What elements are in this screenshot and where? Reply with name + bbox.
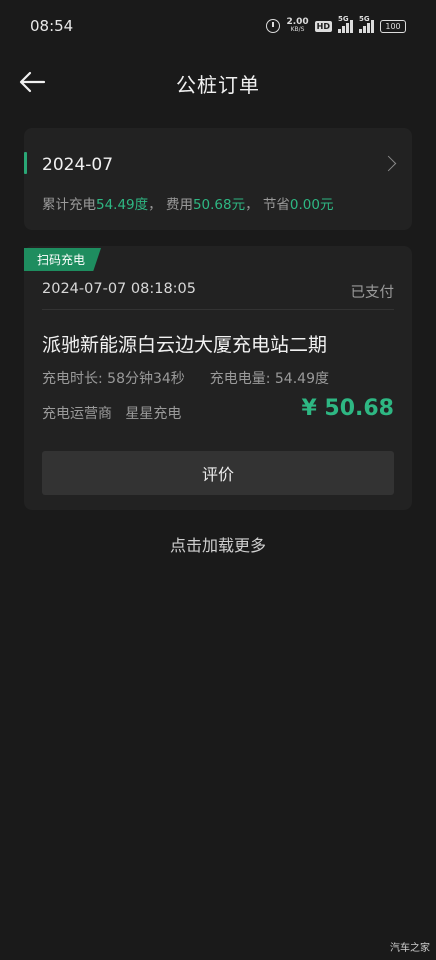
month-title: 2024-07	[42, 155, 114, 175]
operator-info: 充电运营商 星星充电	[42, 403, 181, 423]
summary-saved-label: ， 节省	[245, 197, 290, 213]
month-summary-card[interactable]: 2024-07 累计充电54.49度， 费用50.68元， 节省0.00元	[24, 128, 412, 230]
status-time: 08:54	[30, 17, 74, 35]
summary-cost: 50.68元	[192, 197, 246, 213]
load-more-button[interactable]: 点击加载更多	[0, 532, 436, 556]
energy-label: 充电电量:	[209, 371, 271, 387]
energy-value: 54.49度	[274, 371, 329, 387]
summary-total-kwh: 54.49度	[96, 197, 149, 213]
signal-bar	[342, 26, 345, 33]
divider	[42, 309, 394, 310]
alarm-icon	[266, 19, 281, 33]
signal-icon: 5G	[359, 15, 374, 33]
signal-bar	[359, 29, 362, 33]
hd-icon: HD	[314, 20, 332, 32]
charge-info: 充电时长: 58分钟34秒 充电电量: 54.49度	[42, 368, 329, 388]
signal-bar	[371, 20, 374, 33]
watermark: 汽车之家	[390, 943, 430, 954]
signal-5g-label: 5G	[359, 15, 370, 23]
duration-label: 充电时长:	[42, 371, 103, 387]
scan-charge-badge: 扫码充电	[24, 248, 101, 271]
signal-bar	[346, 23, 349, 33]
month-summary: 累计充电54.49度， 费用50.68元， 节省0.00元	[42, 193, 333, 213]
chevron-right-icon[interactable]	[380, 155, 397, 172]
signal-bar	[338, 29, 341, 33]
station-name: 派驰新能源白云边大厦充电站二期	[42, 334, 328, 356]
summary-prefix: 累计充电	[42, 197, 96, 213]
header: 公桩订单	[0, 58, 436, 108]
review-button[interactable]: 评价	[42, 451, 394, 495]
status-bar: 08:54 2.00 KB/S HD 5G 5G 100	[0, 0, 436, 52]
order-price: ¥ 50.68	[301, 396, 394, 421]
summary-cost-label: ， 费用	[148, 197, 193, 213]
month-accent-bar	[24, 152, 27, 174]
signal-bar	[350, 20, 353, 33]
signal-bar	[367, 23, 370, 33]
order-card[interactable]: 扫码充电 2024-07-07 08:18:05 已支付 派驰新能源白云边大厦充…	[24, 246, 412, 510]
operator-name: 星星充电	[125, 406, 182, 422]
page-title: 公桩订单	[176, 72, 260, 97]
back-button[interactable]	[18, 70, 46, 94]
duration-value: 58分钟34秒	[107, 371, 185, 387]
order-status: 已支付	[350, 285, 395, 301]
status-icons: 2.00 KB/S HD 5G 5G 100	[266, 15, 406, 34]
network-speed-value: 2.00	[286, 17, 309, 27]
signal-5g-label: 5G	[338, 15, 349, 23]
signal-icon: 5G	[338, 15, 353, 33]
order-time: 2024-07-07 08:18:05	[42, 281, 196, 297]
arrow-left-icon	[19, 71, 46, 93]
summary-saved: 0.00元	[289, 197, 334, 213]
operator-label: 充电运营商	[42, 406, 112, 422]
network-speed: 2.00 KB/S	[286, 18, 308, 34]
battery-icon: 100	[380, 19, 406, 33]
network-speed-unit: KB/S	[290, 26, 305, 33]
signal-bar	[363, 26, 366, 33]
